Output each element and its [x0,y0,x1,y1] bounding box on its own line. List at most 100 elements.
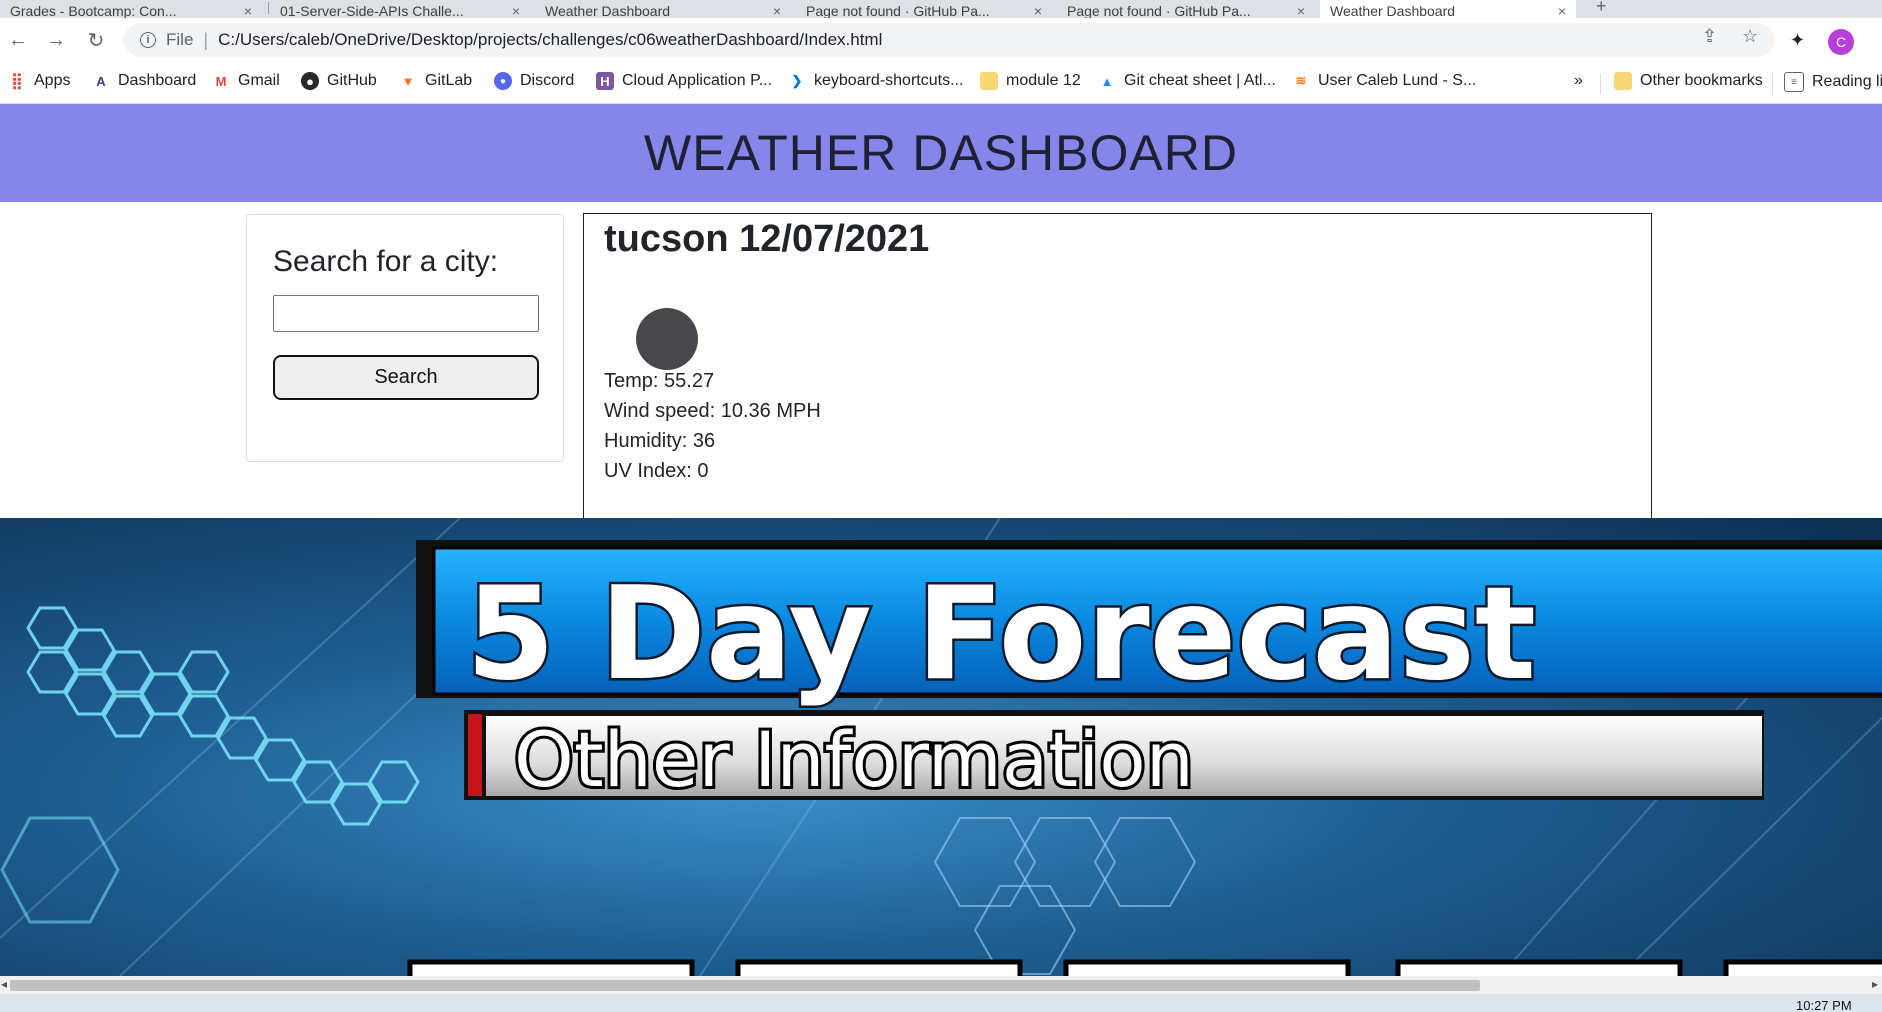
close-icon[interactable]: × [244,4,252,18]
scrollbar-thumb[interactable] [10,980,1480,991]
temp-text: Temp: 55.27 [604,370,715,392]
bookmark-gmail[interactable]: M Gmail [212,72,280,90]
bookmarks-overflow[interactable]: » [1574,72,1583,90]
banner-headline: 5 Day Forecast [466,560,1536,709]
bookmark-star-icon[interactable]: ☆ [1742,26,1758,47]
bookmark-discord[interactable]: ● Discord [494,72,574,90]
bookmark-label: User Caleb Lund - S... [1318,72,1477,89]
site-info-icon[interactable]: i [140,32,156,48]
tab-title: Weather Dashboard [545,3,671,18]
gmail-icon: M [215,73,227,89]
bookmark-dashboard[interactable]: A Dashboard [92,72,196,90]
new-tab-icon[interactable]: + [1596,0,1607,17]
page-header: WEATHER DASHBOARD [0,104,1882,202]
search-panel: Search for a city: Search [246,214,564,462]
close-icon[interactable]: × [512,4,520,18]
bookmark-label: GitHub [327,72,377,89]
tab-strip: Grades - Bootcamp: Con... × 01-Server-Sid… [0,0,1882,18]
tab-separator [268,2,269,14]
gitlab-icon: ▼ [401,73,415,89]
other-bookmarks[interactable]: Other bookmarks [1614,72,1763,90]
bookmark-cloud-application[interactable]: H Cloud Application P... [596,72,772,90]
bookmark-label: module 12 [1006,72,1081,89]
reading-list[interactable]: ≡ Reading list [1784,72,1882,92]
page-viewport: WEATHER DASHBOARD Search for a city: Sea… [0,104,1882,976]
tab-weather-dashboard-active[interactable]: Weather Dashboard × [1320,0,1576,18]
dashboard-icon: A [96,73,106,89]
heroku-icon: H [596,72,614,90]
github-icon: ● [301,72,319,90]
atlassian-icon: ▲ [1100,73,1114,89]
tab-grades[interactable]: Grades - Bootcamp: Con... × [0,0,262,18]
scroll-left-icon[interactable]: ◂ [1,977,7,991]
stackoverflow-icon: ≋ [1295,73,1307,88]
humidity-text: Humidity: 36 [604,430,716,452]
banner-subline: Other Information [514,715,1194,804]
address-bar[interactable]: i File | C:/Users/caleb/OneDrive/Desktop… [124,23,1774,57]
bookmark-github[interactable]: ● GitHub [301,72,377,90]
browser-menu-icon[interactable]: ⋮ [1874,28,1882,53]
taskbar-clock: 10:27 PM [1796,998,1852,1012]
bookmark-label: GitLab [425,72,473,89]
search-button[interactable]: Search [273,355,539,400]
tab-title: 01-Server-Side-APIs Challe... [280,3,464,18]
bookmark-label: keyboard-shortcuts... [814,72,964,89]
tab-page-not-found[interactable]: Page not found · GitHub Pa... × [796,0,1052,18]
banner-graphic: 5 Day Forecast Other Information [0,518,1882,976]
forecast-banner-image: 5 Day Forecast Other Information [0,518,1882,976]
close-icon[interactable]: × [1297,4,1305,18]
bookmark-label: Gmail [238,72,280,89]
city-search-input[interactable] [273,295,539,332]
search-label: Search for a city: [273,245,499,278]
profile-avatar[interactable]: C [1828,29,1854,55]
close-icon[interactable]: × [1034,4,1042,18]
scroll-right-icon[interactable]: ▸ [1872,977,1878,991]
folder-icon [980,72,998,90]
bookmark-label: Cloud Application P... [622,72,773,89]
reading-list-icon: ≡ [1784,72,1804,92]
tab-weather-dashboard[interactable]: Weather Dashboard × [535,0,791,18]
bookmark-label: Git cheat sheet | Atl... [1124,72,1276,89]
bookmark-label: Apps [34,72,71,89]
address-divider: | [203,29,209,50]
bookmarks-divider [1600,74,1601,94]
extensions-icon[interactable]: ✦ [1790,30,1805,51]
vscode-icon: ❯ [791,73,803,88]
bookmark-stackoverflow[interactable]: ≋ User Caleb Lund - S... [1292,72,1477,90]
bookmarks-divider [1772,74,1773,94]
close-icon[interactable]: × [773,4,781,18]
bookmark-module-12[interactable]: module 12 [980,72,1081,90]
forward-icon[interactable]: → [42,26,70,54]
uv-index-text: UV Index: 0 [604,460,709,482]
overflow-chevron-icon: » [1574,72,1583,89]
bookmark-apps[interactable]: ⣿ Apps [8,72,70,90]
bookmark-git-cheat-sheet[interactable]: ▲ Git cheat sheet | Atl... [1098,72,1276,90]
bookmark-gitlab[interactable]: ▼ GitLab [399,72,473,90]
tab-title: Page not found · GitHub Pa... [1067,3,1251,18]
back-icon[interactable]: ← [4,26,32,54]
reading-list-label: Reading list [1812,73,1882,90]
reload-icon[interactable]: ↻ [82,26,110,54]
tab-server-side-apis[interactable]: 01-Server-Side-APIs Challe... × [270,0,530,18]
current-city-date: tucson 12/07/2021 [604,218,930,260]
share-icon[interactable]: ⇪ [1702,26,1717,47]
tab-title: Page not found · GitHub Pa... [806,3,990,18]
bookmarks-bar: ⣿ Apps A Dashboard M Gmail ● GitHub ▼ Gi… [0,64,1882,104]
bookmark-label: Dashboard [118,72,197,89]
discord-icon: ● [494,72,512,90]
horizontal-scrollbar[interactable]: ◂ ▸ [0,976,1882,994]
bookmark-keyboard-shortcuts[interactable]: ❯ keyboard-shortcuts... [788,72,964,90]
scheme-label: File [166,30,194,49]
folder-icon [1614,72,1632,90]
close-icon[interactable]: × [1558,4,1566,18]
weather-condition-icon [636,308,698,370]
tab-page-not-found-2[interactable]: Page not found · GitHub Pa... × [1057,0,1315,18]
page-title: WEATHER DASHBOARD [644,125,1238,181]
apps-grid-icon: ⣿ [11,73,23,90]
tab-title: Grades - Bootcamp: Con... [10,3,177,18]
tab-title: Weather Dashboard [1330,3,1456,18]
current-weather-card: tucson 12/07/2021 Temp: 55.27 Wind speed… [583,213,1652,522]
url-text[interactable]: C:/Users/caleb/OneDrive/Desktop/projects… [218,30,882,50]
browser-toolbar: ← → ↻ i File | C:/Users/caleb/OneDrive/D… [0,18,1882,64]
bookmark-label: Discord [520,72,575,89]
